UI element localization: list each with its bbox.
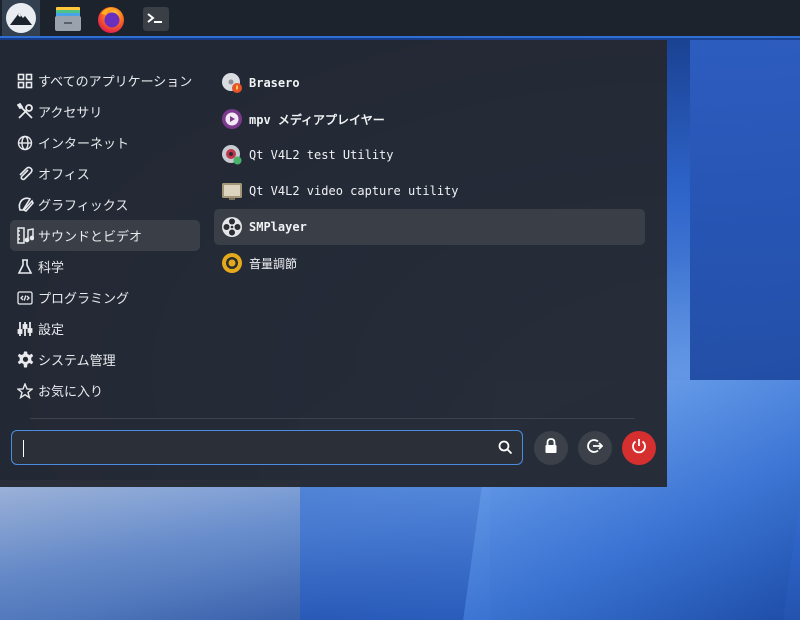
smplayer-icon (221, 216, 243, 238)
category-label: すべてのアプリケーション (38, 75, 193, 90)
category-internet[interactable]: インターネット (10, 127, 200, 158)
category-list: すべてのアプリケーション アクセサリ インターネット オフィス グラフィックス … (10, 65, 200, 406)
app-label: mpv メディアプレイヤー (249, 112, 385, 127)
globe-icon (16, 134, 34, 152)
paperclip-icon (16, 165, 34, 183)
power-icon (631, 438, 647, 458)
app-brasero[interactable]: Brasero (214, 65, 645, 101)
category-accessories[interactable]: アクセサリ (10, 96, 200, 127)
film-music-icon (16, 227, 34, 245)
category-label: システム管理 (38, 354, 116, 369)
app-label: Qt V4L2 test Utility (249, 148, 394, 162)
category-label: お気に入り (38, 385, 104, 400)
app-label: Qt V4L2 video capture utility (249, 184, 459, 198)
search-icon (498, 440, 513, 459)
category-label: オフィス (38, 168, 90, 183)
category-settings[interactable]: 設定 (10, 313, 200, 344)
zorin-logo-icon (6, 3, 36, 33)
mpv-icon (221, 108, 243, 130)
application-menu: すべてのアプリケーション アクセサリ インターネット オフィス グラフィックス … (0, 40, 667, 487)
category-label: プログラミング (38, 292, 130, 307)
category-sound-video[interactable]: サウンドとビデオ (10, 220, 200, 251)
file-manager-icon[interactable] (51, 3, 85, 35)
flask-icon (16, 258, 34, 276)
app-mpv[interactable]: mpv メディアプレイヤー (214, 101, 645, 137)
category-graphics[interactable]: グラフィックス (10, 189, 200, 220)
category-label: アクセサリ (38, 106, 103, 121)
code-icon (16, 289, 34, 307)
terminal-icon[interactable] (139, 3, 173, 35)
category-system[interactable]: システム管理 (10, 344, 200, 375)
lock-icon (544, 438, 558, 458)
app-volume-control[interactable]: 音量調節 (214, 245, 645, 281)
app-label: 音量調節 (249, 256, 298, 271)
category-science[interactable]: 科学 (10, 251, 200, 282)
firefox-icon[interactable] (94, 3, 128, 35)
sliders-icon (16, 320, 34, 338)
star-icon (16, 382, 34, 400)
video-capture-icon (221, 180, 243, 202)
tools-icon (16, 103, 34, 121)
app-label: Brasero (249, 76, 300, 90)
category-label: グラフィックス (38, 199, 129, 214)
start-menu-button[interactable] (2, 0, 40, 36)
category-label: インターネット (38, 137, 130, 152)
category-label: 設定 (38, 323, 65, 338)
top-panel (0, 0, 800, 38)
category-all-apps[interactable]: すべてのアプリケーション (10, 65, 200, 96)
category-programming[interactable]: プログラミング (10, 282, 200, 313)
category-label: サウンドとビデオ (38, 230, 143, 245)
qv4l2-icon (221, 144, 243, 166)
lock-button[interactable] (534, 431, 568, 465)
search-input[interactable] (20, 437, 494, 461)
app-qt-v4l2-test[interactable]: Qt V4L2 test Utility (214, 137, 645, 173)
grid-icon (16, 72, 34, 90)
wallpaper-shape (690, 40, 800, 380)
app-list: Brasero mpv メディアプレイヤー Qt V4L2 test Utili… (214, 65, 645, 281)
app-qt-v4l2-capture[interactable]: Qt V4L2 video capture utility (214, 173, 645, 209)
category-label: 科学 (38, 261, 65, 276)
logout-icon (587, 438, 604, 458)
palette-icon (16, 196, 34, 214)
search-box[interactable] (11, 430, 523, 465)
category-favorites[interactable]: お気に入り (10, 375, 200, 406)
brasero-disc-icon (221, 72, 243, 94)
logout-button[interactable] (578, 431, 612, 465)
power-button[interactable] (622, 431, 656, 465)
gear-icon (16, 351, 34, 369)
app-smplayer[interactable]: SMPlayer (214, 209, 645, 245)
menu-divider (30, 418, 635, 419)
text-cursor (23, 440, 24, 457)
category-office[interactable]: オフィス (10, 158, 200, 189)
wallpaper-shape (0, 480, 300, 620)
app-label: SMPlayer (249, 220, 307, 234)
volume-control-icon (221, 252, 243, 274)
